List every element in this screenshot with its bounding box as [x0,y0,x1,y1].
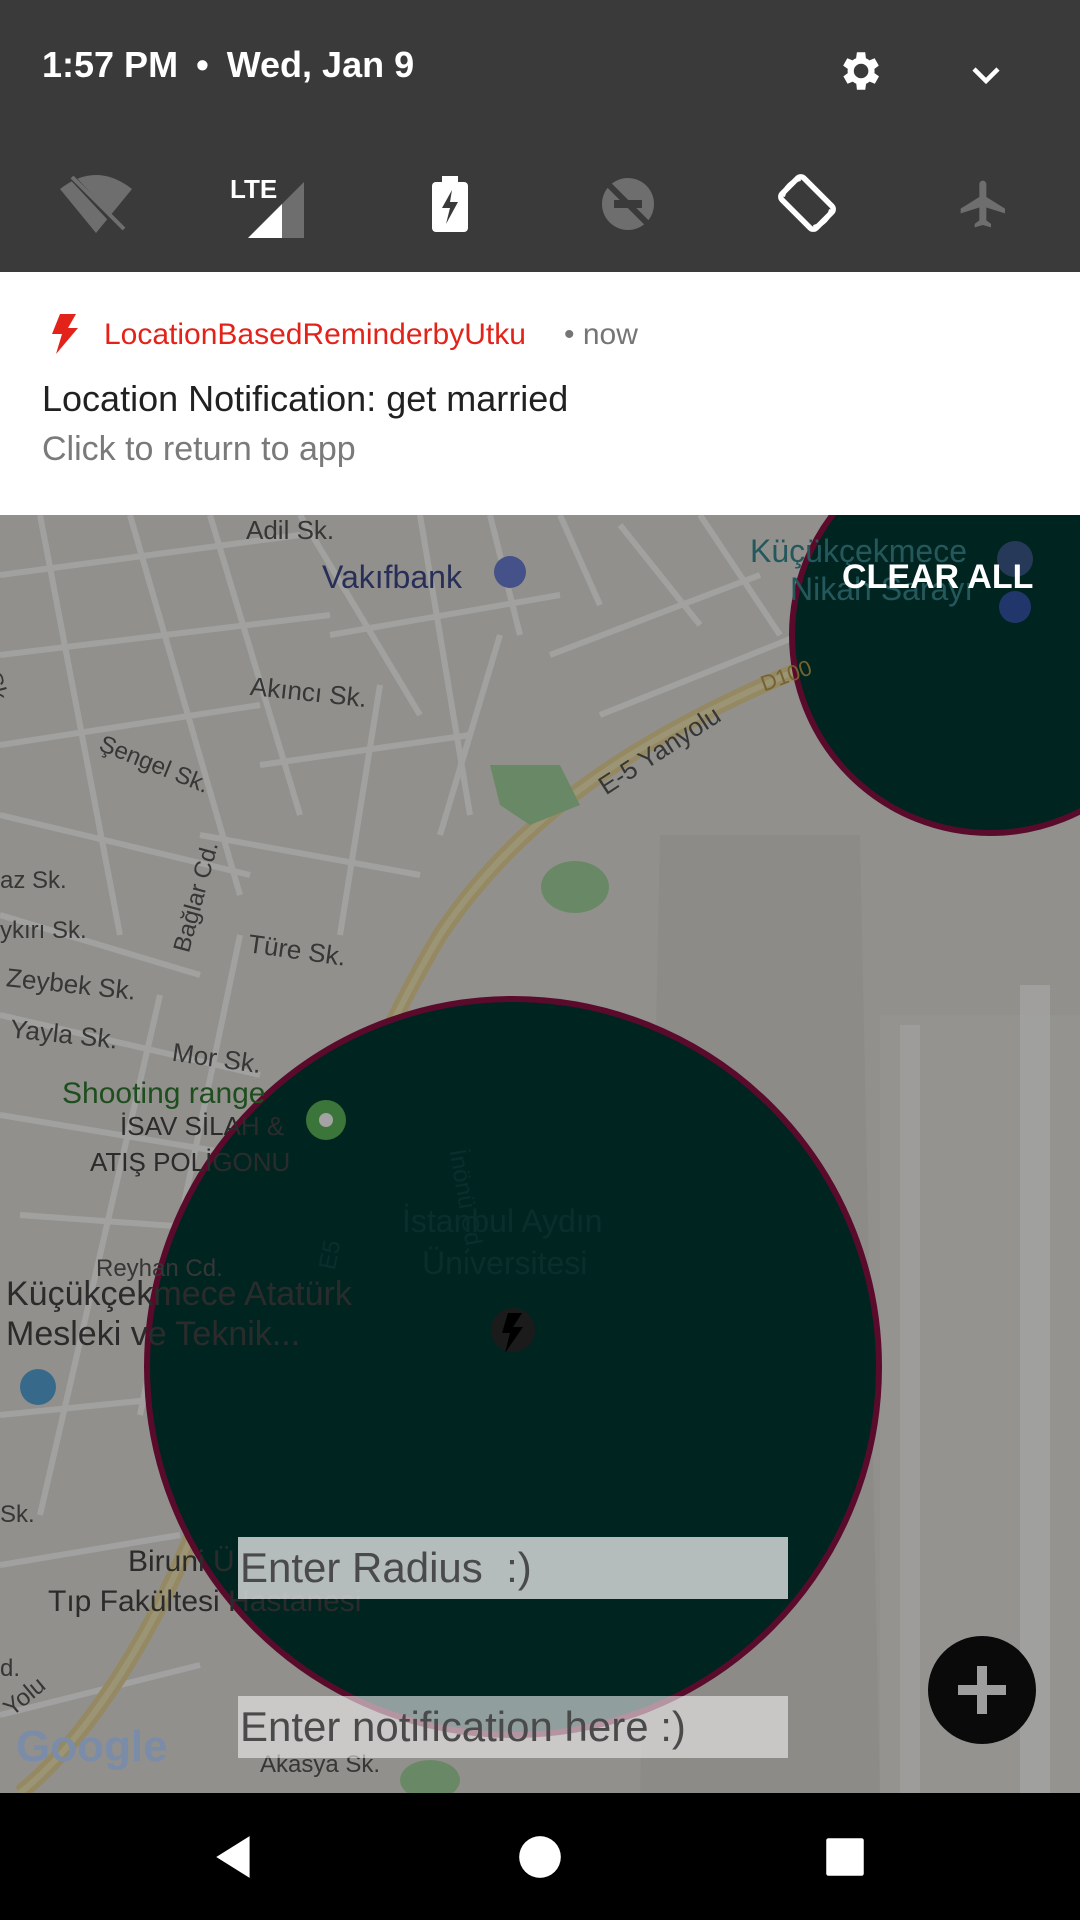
status-separator: • [196,44,209,85]
back-icon[interactable] [210,1832,260,1882]
plus-icon [958,1666,1006,1714]
status-time: 1:57 PM [42,44,179,85]
lte-signal-icon [248,182,304,238]
clear-all-button[interactable]: CLEAR ALL [842,558,1033,597]
notification-app-name: LocationBasedReminderbyUtku [104,318,526,351]
quick-settings-shade [0,0,1080,272]
bolt-app-icon [52,314,78,354]
home-icon[interactable] [515,1832,565,1882]
scrim-overlay [0,515,1080,1793]
notification-body: Click to return to app [42,430,356,468]
notification-time: • now [564,318,638,351]
do-not-disturb-off-icon[interactable] [598,174,658,234]
battery-saver-icon[interactable] [430,176,470,232]
chevron-down-icon[interactable] [968,60,1004,90]
status-date: Wed, Jan 9 [226,44,415,85]
google-logo: Google [16,1722,168,1771]
notification-text-input[interactable] [238,1696,788,1758]
airplane-mode-icon[interactable] [956,176,1012,232]
radius-input[interactable] [238,1537,788,1599]
wifi-off-icon[interactable] [56,168,136,238]
settings-gear-icon[interactable] [834,46,884,96]
auto-rotate-icon[interactable] [774,170,840,236]
add-reminder-button[interactable] [928,1636,1036,1744]
status-datetime: 1:57 PM • Wed, Jan 9 [42,44,414,86]
notification-title: Location Notification: get married [42,378,569,419]
recents-icon[interactable] [820,1832,870,1882]
lte-signal-tile[interactable]: LTE [230,174,310,240]
